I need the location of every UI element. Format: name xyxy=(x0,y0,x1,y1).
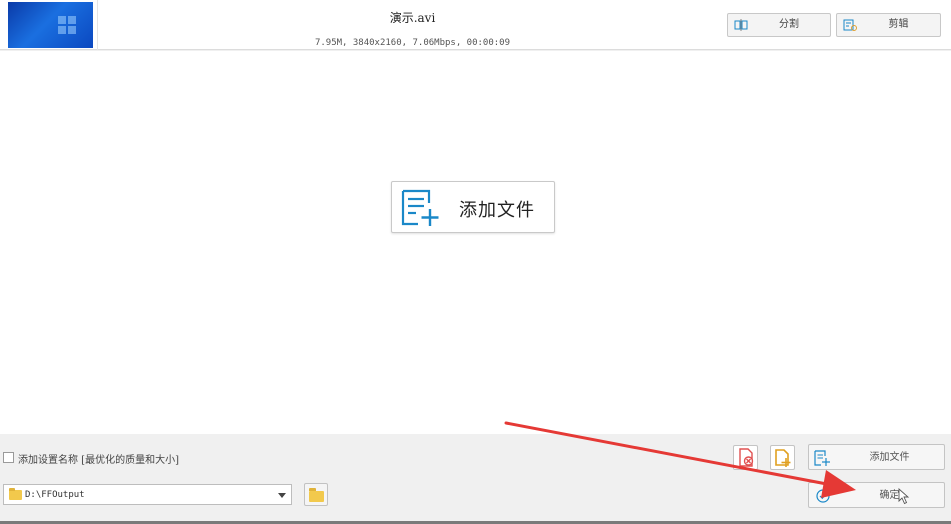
add-setting-name-label: 添加设置名称 [最优化的质量和大小] xyxy=(18,455,179,466)
split-icon xyxy=(734,19,748,31)
confirm-button-label: 确定 xyxy=(879,490,900,501)
add-folder-icon xyxy=(775,449,791,467)
file-list-item[interactable]: 演示.avi 7.95M, 3840x2160, 7.06Mbps, 00:00… xyxy=(0,0,951,50)
clip-button-label: 剪辑 xyxy=(888,19,909,30)
split-button[interactable]: 分割 xyxy=(727,13,831,37)
add-file-button-label: 添加文件 xyxy=(869,452,910,463)
add-file-icon xyxy=(814,450,830,466)
video-thumbnail xyxy=(8,2,93,48)
folder-icon xyxy=(9,488,22,500)
add-file-center-button[interactable]: 添加文件 xyxy=(391,181,555,233)
browse-folder-button[interactable] xyxy=(304,483,328,506)
thumbnail-divider xyxy=(97,0,98,50)
split-button-label: 分割 xyxy=(779,19,799,30)
output-folder-path: D:\FFOutput xyxy=(25,490,85,500)
check-circle-icon xyxy=(816,489,830,503)
add-file-button[interactable]: 添加文件 xyxy=(808,444,945,470)
add-file-icon xyxy=(401,189,439,226)
output-folder-select[interactable]: D:\FFOutput xyxy=(3,484,292,505)
folder-icon xyxy=(309,488,324,502)
add-folder-button[interactable] xyxy=(770,445,795,470)
clip-button[interactable]: 剪辑 xyxy=(836,13,941,37)
clip-icon xyxy=(843,19,857,31)
file-drop-area[interactable]: 添加文件 xyxy=(0,51,951,434)
windows-logo-icon xyxy=(58,16,76,34)
mouse-cursor-icon xyxy=(898,488,910,505)
clear-list-icon xyxy=(739,448,754,467)
confirm-button[interactable]: 确定 xyxy=(808,482,945,508)
clear-list-button[interactable] xyxy=(733,445,758,470)
chevron-down-icon[interactable] xyxy=(278,493,286,498)
add-file-center-label: 添加文件 xyxy=(459,200,535,221)
file-metadata: 7.95M, 3840x2160, 7.06Mbps, 00:00:09 xyxy=(314,38,511,48)
file-name: 演示.avi xyxy=(389,11,436,25)
add-setting-name-checkbox[interactable] xyxy=(3,452,14,463)
